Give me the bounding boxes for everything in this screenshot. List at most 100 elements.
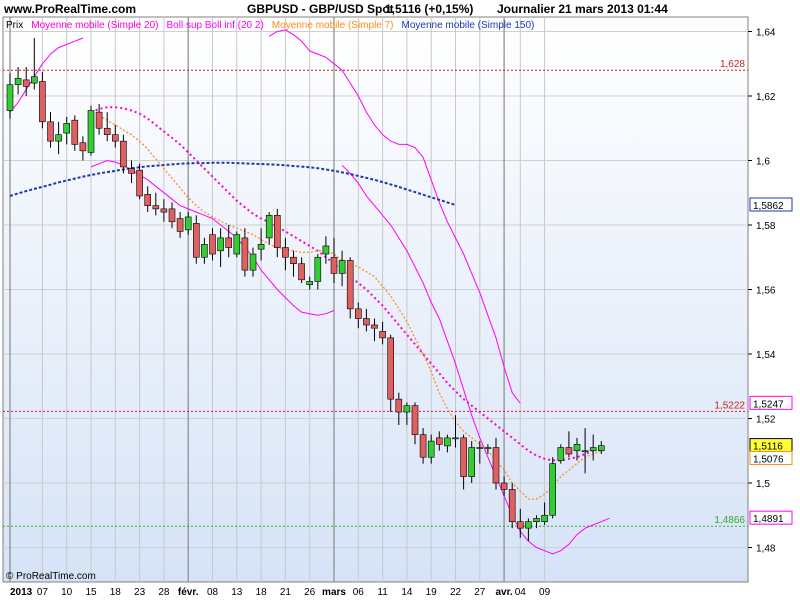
candle-down bbox=[39, 81, 46, 123]
candle-down bbox=[363, 318, 370, 326]
candle-down bbox=[371, 324, 378, 329]
candle-up bbox=[265, 215, 273, 239]
candle-down bbox=[346, 260, 354, 310]
legend-item: Moyenne mobile (Simple 7) bbox=[272, 20, 394, 31]
candle-down bbox=[395, 398, 403, 413]
x-tick-label: 18 bbox=[110, 587, 122, 598]
candle-down bbox=[435, 437, 443, 445]
candle-down bbox=[95, 111, 103, 129]
legend-item: Boll sup Boll inf (20 2) bbox=[167, 20, 264, 31]
x-tick-label: 22 bbox=[450, 587, 462, 598]
candle-up bbox=[306, 281, 314, 285]
candle-down bbox=[419, 434, 427, 458]
candle-down bbox=[209, 234, 216, 255]
candle-up bbox=[184, 216, 192, 231]
legend-item: Moyenne mobile (Simple 20) bbox=[31, 20, 158, 31]
y-tick-label: 1,62 bbox=[756, 92, 776, 103]
candle-down bbox=[120, 140, 127, 168]
x-tick-label: 04 bbox=[515, 587, 527, 598]
x-tick-label: 14 bbox=[401, 587, 413, 598]
x-tick-label: 28 bbox=[158, 587, 170, 598]
candle-down bbox=[298, 263, 305, 281]
x-tick-label: févr. bbox=[178, 587, 199, 598]
candle-up bbox=[6, 84, 14, 111]
candle-up bbox=[484, 447, 492, 449]
candle-down bbox=[379, 331, 386, 339]
candle-up bbox=[557, 447, 565, 461]
y-tick-label: 1,56 bbox=[756, 286, 776, 297]
candle-down bbox=[330, 256, 338, 274]
y-tick-label: 1,6 bbox=[756, 157, 770, 168]
x-tick-label: 26 bbox=[304, 587, 316, 598]
candle-up bbox=[87, 110, 95, 153]
candle-down bbox=[411, 405, 419, 435]
candle-up bbox=[581, 450, 589, 453]
x-tick-label: 23 bbox=[134, 587, 146, 598]
candle-down bbox=[500, 482, 508, 490]
candle-down bbox=[193, 223, 200, 258]
candle-down bbox=[225, 237, 232, 248]
candle-down bbox=[273, 215, 281, 248]
price-tag-label: 1,4891 bbox=[753, 514, 784, 525]
candle-down bbox=[168, 208, 176, 223]
candle-down bbox=[112, 134, 119, 142]
candle-down bbox=[282, 247, 289, 258]
reference-line-label: 1,628 bbox=[720, 59, 745, 70]
x-tick-label: 09 bbox=[539, 587, 551, 598]
candle-up bbox=[403, 405, 411, 413]
date-axis: 2013 07 10 15 18 23 28 févr. 08 13 18 21 26 mars 06 11 1… bbox=[10, 587, 551, 598]
y-tick-label: 1,54 bbox=[756, 350, 776, 361]
price-tag-label: 1,5116 bbox=[753, 442, 783, 453]
candle-down bbox=[144, 194, 151, 206]
candle-up bbox=[597, 445, 605, 452]
candle-up bbox=[55, 134, 62, 142]
x-tick-label: 07 bbox=[37, 587, 49, 598]
candle-up bbox=[201, 244, 208, 258]
candle-up bbox=[452, 437, 459, 440]
x-tick-label: mars bbox=[322, 587, 346, 598]
x-tick-label: 06 bbox=[353, 587, 365, 598]
candle-up bbox=[525, 521, 532, 529]
x-tick-label: 21 bbox=[280, 587, 292, 598]
candle-up bbox=[533, 518, 540, 522]
x-tick-label: 19 bbox=[426, 587, 438, 598]
x-tick-label: avr. bbox=[495, 587, 512, 598]
plot-background bbox=[2, 16, 749, 583]
candle-down bbox=[152, 205, 160, 210]
price-tag-label: 1,5076 bbox=[753, 454, 784, 465]
candle-up bbox=[322, 245, 330, 255]
x-tick-label: 10 bbox=[61, 587, 73, 598]
x-tick-label: 11 bbox=[377, 587, 388, 598]
y-tick-label: 1,52 bbox=[756, 415, 776, 426]
candle-up bbox=[257, 244, 265, 250]
copyright-text: © ProRealTime.com bbox=[6, 571, 96, 582]
candle-down bbox=[290, 256, 297, 264]
candle-up bbox=[217, 237, 224, 252]
reference-line-label: 1,4866 bbox=[714, 515, 745, 526]
y-tick-label: 1,5 bbox=[756, 479, 770, 490]
candle-down bbox=[516, 521, 524, 529]
candle-down bbox=[176, 218, 184, 232]
x-tick-label: 08 bbox=[207, 587, 219, 598]
candle-up bbox=[14, 77, 22, 86]
candle-down bbox=[387, 337, 395, 400]
y-tick-label: 1,48 bbox=[756, 544, 776, 555]
price-tag-label: 1,5247 bbox=[753, 399, 784, 410]
legend-item: Moyenne mobile (Simple 150) bbox=[402, 20, 535, 31]
price-tag-label: 1,5862 bbox=[753, 201, 784, 212]
candle-down bbox=[22, 79, 30, 87]
x-tick-label: 13 bbox=[231, 587, 243, 598]
price-chart[interactable]: 1,6281,52221,4866 1,481,51,521,541,561,5… bbox=[0, 0, 800, 600]
candle-up bbox=[476, 447, 484, 449]
y-tick-label: 1,64 bbox=[756, 28, 776, 39]
reference-line-label: 1,5222 bbox=[714, 400, 745, 411]
candle-down bbox=[47, 121, 54, 142]
y-tick-label: 1,58 bbox=[756, 221, 776, 232]
x-tick-label: 18 bbox=[256, 587, 268, 598]
candle-down bbox=[460, 437, 467, 477]
candle-down bbox=[354, 308, 362, 319]
candle-up bbox=[541, 514, 548, 522]
candle-down bbox=[128, 168, 135, 174]
candle-down bbox=[160, 208, 168, 213]
x-tick-label: 27 bbox=[474, 587, 486, 598]
